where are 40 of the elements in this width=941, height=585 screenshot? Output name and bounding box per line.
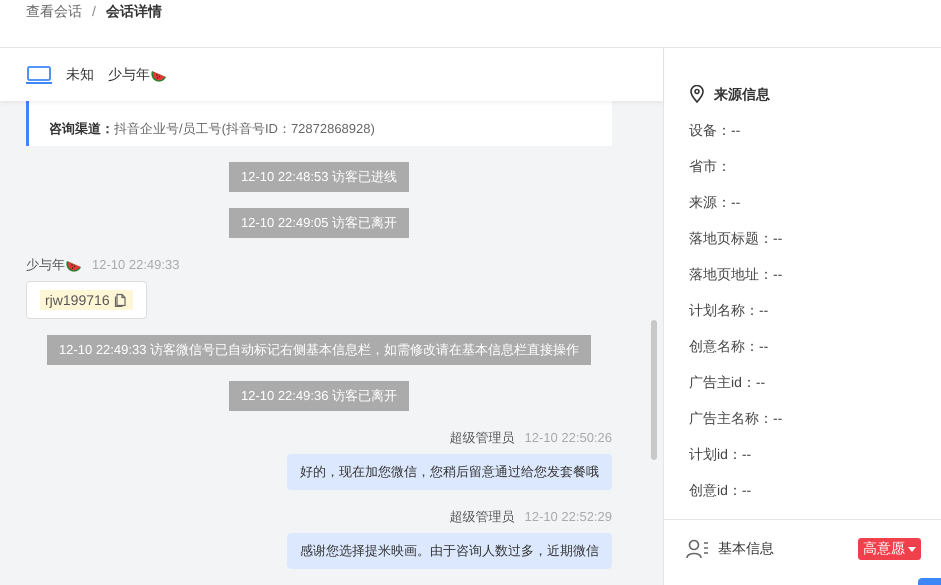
section-title: 基本信息 [718,540,775,558]
channel-info: 咨询渠道：抖音企业号/员工号(抖音号ID：72872868928) [49,120,376,138]
source-field: 落地页标题：-- [689,228,782,248]
source-field: 创意名称：-- [689,336,768,356]
message-bubble: 好的，现在加您微信，您稍后留意通过给您发套餐哦 [287,454,612,490]
message-time: 12-10 22:49:33 [92,256,180,274]
source-field: 省市： [689,156,731,176]
message-time: 12-10 22:50:26 [524,429,612,447]
source-field: 广告主名称：-- [689,408,782,428]
user-list-icon [686,539,710,559]
section-title: 来源信息 [714,85,770,104]
location-pin-icon [689,85,705,103]
floating-button[interactable] [918,578,941,585]
system-notice: 12-10 22:49:33 访客微信号已自动标记右侧基本信息栏，如需修改请在基本信息栏直接操作 [46,335,592,365]
source-field: 创意id：-- [689,480,752,500]
caret-icon [908,546,916,552]
breadcrumb-item: 会话详情 [106,2,162,21]
system-notice: 12-10 22:49:36 访客已离开 [228,381,410,411]
breadcrumb-item[interactable]: 查看会话 [26,1,82,21]
wechat-id: rjw199716 [40,290,133,310]
source-field: 计划id：-- [689,444,752,464]
intent-dropdown[interactable]: 高意愿 [858,538,921,560]
system-notice: 12-10 22:49:05 访客已离开 [228,208,410,238]
message-bubble: 感谢您选择提米映画。由于咨询人数过多，近期微信 [287,533,612,569]
scrollbar-thumb[interactable] [651,320,657,460]
system-notice: 12-10 22:48:53 访客已进线 [228,162,410,192]
sender-name: 超级管理员 [450,429,515,447]
visitor-name: 少与年 [108,66,150,84]
source-field: 落地页地址：-- [689,264,782,284]
breadcrumb-separator: / [92,2,96,21]
copy-icon[interactable] [114,293,128,307]
sender-name: 超级管理员 [450,508,515,526]
source-field: 来源：-- [689,192,740,212]
sender-name: 少与年 [26,256,82,274]
device-label: 未知 [66,66,94,84]
message-time: 12-10 22:52:29 [524,508,612,526]
source-field: 计划名称：-- [689,300,768,320]
source-field: 设备：-- [689,120,740,140]
source-field: 广告主id：-- [689,372,766,392]
laptop-icon [26,64,52,84]
